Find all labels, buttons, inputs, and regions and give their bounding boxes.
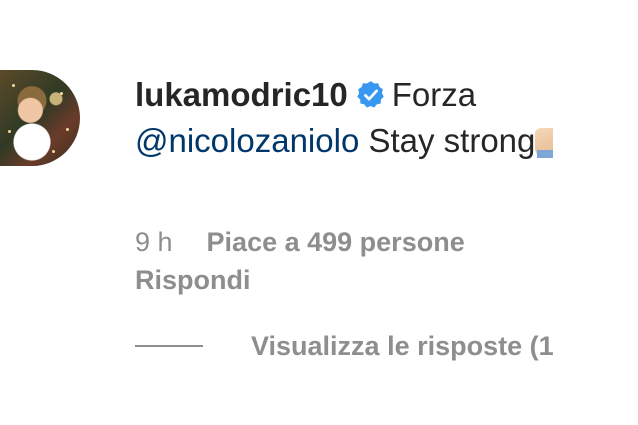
avatar[interactable] [0,70,80,166]
username[interactable]: lukamodric10 [135,76,348,113]
replies-divider-line [135,345,203,347]
comment-text-start: Forza [391,76,477,113]
comment-text-end: Stay strong [368,122,536,159]
comment-body: lukamodric10 Forza @nicolozaniolo Stay s… [135,72,638,164]
view-replies-button[interactable]: Visualizza le risposte (1 [135,326,638,366]
reply-button[interactable]: Rispondi [135,262,251,298]
view-replies-label: Visualizza le risposte (1 [251,331,554,361]
likes-count[interactable]: Piace a 499 persone [207,227,465,257]
flexed-arm-emoji-icon [535,128,554,158]
comment-meta: 9 h Piace a 499 persone [135,224,465,260]
mention-link[interactable]: @nicolozaniolo [135,122,359,159]
timestamp[interactable]: 9 h [135,227,173,257]
comment: lukamodric10 Forza @nicolozaniolo Stay s… [0,0,638,425]
verified-badge-icon [356,76,386,108]
